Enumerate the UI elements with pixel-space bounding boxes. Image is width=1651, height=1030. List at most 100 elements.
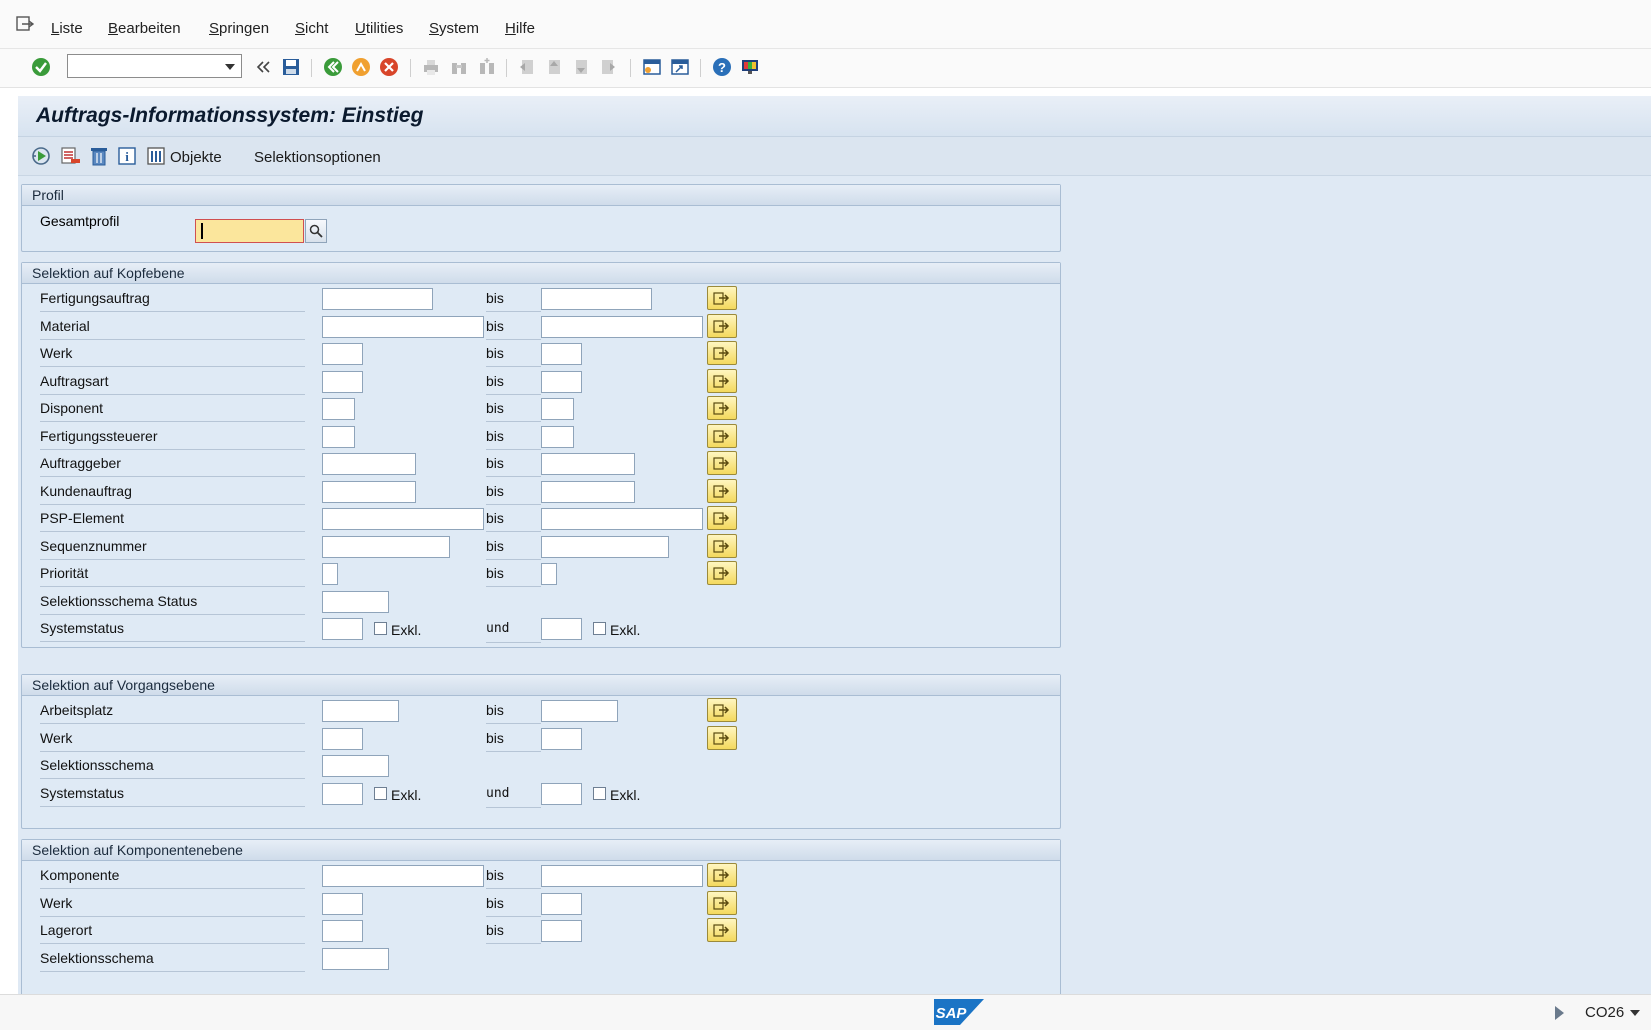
- delete-selection-icon[interactable]: [59, 145, 81, 167]
- menu-hilfe[interactable]: Hilfe: [505, 20, 535, 37]
- multiple-selection-button[interactable]: [707, 506, 737, 530]
- exclude-checkbox[interactable]: [593, 786, 606, 800]
- gesamtprofil-input[interactable]: [195, 219, 304, 243]
- menu-bearbeiten[interactable]: Bearbeiten: [108, 20, 181, 37]
- from-input[interactable]: [322, 947, 389, 970]
- to-input[interactable]: [541, 398, 574, 420]
- from-input[interactable]: [322, 480, 416, 503]
- value-help-button[interactable]: [305, 219, 327, 243]
- multiple-selection-button[interactable]: [707, 725, 737, 750]
- exclude-checkbox[interactable]: [374, 786, 387, 800]
- menu-sicht[interactable]: Sicht: [295, 20, 328, 37]
- from-input[interactable]: [322, 865, 484, 887]
- from-input[interactable]: [322, 370, 363, 393]
- exclude-checkbox[interactable]: [593, 622, 606, 635]
- print-button[interactable]: [420, 56, 442, 78]
- last-page-button[interactable]: [597, 56, 619, 78]
- find-button[interactable]: [448, 56, 470, 78]
- back-button[interactable]: [322, 56, 344, 78]
- to-input[interactable]: [541, 315, 703, 338]
- to-input[interactable]: [541, 865, 703, 887]
- objects-icon[interactable]: [145, 145, 167, 167]
- multiple-selection-button[interactable]: [707, 341, 737, 365]
- to-input[interactable]: [541, 700, 618, 722]
- menu-utilities[interactable]: Utilities: [355, 20, 403, 37]
- from-input[interactable]: [322, 288, 433, 310]
- chevron-down-icon[interactable]: [1630, 1010, 1640, 1016]
- from-input[interactable]: [322, 892, 363, 915]
- execute-icon[interactable]: [30, 145, 52, 167]
- from-input[interactable]: [322, 453, 416, 475]
- multiple-selection-button[interactable]: [707, 286, 737, 310]
- from-input[interactable]: [322, 755, 389, 777]
- to-input[interactable]: [541, 892, 582, 915]
- field-label: Werk: [40, 895, 305, 917]
- next-page-button[interactable]: [570, 56, 592, 78]
- menu-springen[interactable]: Springen: [209, 20, 269, 37]
- exit-button[interactable]: [350, 56, 372, 78]
- multiple-selection-button[interactable]: [707, 863, 737, 887]
- previous-page-button[interactable]: [543, 56, 565, 78]
- menu-system[interactable]: System: [429, 20, 479, 37]
- multiple-selection-button[interactable]: [707, 561, 737, 585]
- from-input[interactable]: [322, 700, 399, 722]
- to-input[interactable]: [541, 563, 557, 585]
- field-label: Disponent: [40, 400, 305, 422]
- from-input[interactable]: [322, 398, 355, 420]
- cancel-button[interactable]: [378, 56, 400, 78]
- from-input[interactable]: [322, 563, 338, 585]
- from-input[interactable]: [322, 618, 363, 640]
- to-input[interactable]: [541, 920, 582, 942]
- find-next-button[interactable]: [476, 56, 498, 78]
- from-input[interactable]: [322, 508, 484, 530]
- multiple-selection-button[interactable]: [707, 313, 737, 338]
- generate-shortcut-button[interactable]: [669, 56, 691, 78]
- selektionsoptionen-button[interactable]: Selektionsoptionen: [254, 149, 381, 166]
- from-input[interactable]: [322, 343, 363, 365]
- multiple-selection-button[interactable]: [707, 396, 737, 420]
- create-session-button[interactable]: [641, 56, 663, 78]
- to-input[interactable]: [541, 343, 582, 365]
- selection-row: Fertigungsauftrag bis: [22, 285, 1060, 312]
- save-button[interactable]: [280, 56, 302, 78]
- from-input[interactable]: [322, 425, 355, 448]
- multiple-selection-button[interactable]: [707, 533, 737, 558]
- trash-icon[interactable]: [88, 145, 110, 167]
- multiple-selection-button[interactable]: [707, 451, 737, 475]
- chevron-down-icon[interactable]: [225, 64, 235, 70]
- command-field[interactable]: [67, 54, 242, 78]
- to-input[interactable]: [541, 453, 635, 475]
- objekte-button[interactable]: Objekte: [170, 149, 222, 166]
- menu-liste[interactable]: Liste: [51, 20, 83, 37]
- multiple-selection-button[interactable]: [707, 698, 737, 722]
- multiple-selection-button[interactable]: [707, 918, 737, 942]
- to-input[interactable]: [541, 370, 582, 393]
- help-button[interactable]: ?: [711, 56, 733, 78]
- collapse-command-button[interactable]: [252, 56, 274, 78]
- to-input[interactable]: [541, 618, 582, 640]
- menu-exit-icon[interactable]: [16, 16, 34, 32]
- multiple-selection-button[interactable]: [707, 368, 737, 393]
- multiple-selection-button[interactable]: [707, 423, 737, 448]
- info-icon[interactable]: i: [116, 145, 138, 167]
- to-input[interactable]: [541, 727, 582, 750]
- first-page-button[interactable]: [516, 56, 538, 78]
- from-input[interactable]: [322, 920, 363, 942]
- to-input[interactable]: [541, 480, 635, 503]
- customize-layout-button[interactable]: [739, 56, 761, 78]
- to-input[interactable]: [541, 535, 669, 558]
- to-input[interactable]: [541, 425, 574, 448]
- multiple-selection-button[interactable]: [707, 478, 737, 503]
- enter-button[interactable]: [30, 56, 52, 78]
- to-input[interactable]: [541, 508, 703, 530]
- from-input[interactable]: [322, 782, 363, 805]
- from-input[interactable]: [322, 315, 484, 338]
- from-input[interactable]: [322, 535, 450, 558]
- to-input[interactable]: [541, 288, 652, 310]
- exclude-checkbox[interactable]: [374, 622, 387, 635]
- play-icon[interactable]: [1555, 1006, 1564, 1020]
- multiple-selection-button[interactable]: [707, 890, 737, 915]
- from-input[interactable]: [322, 727, 363, 750]
- from-input[interactable]: [322, 590, 389, 613]
- to-input[interactable]: [541, 782, 582, 805]
